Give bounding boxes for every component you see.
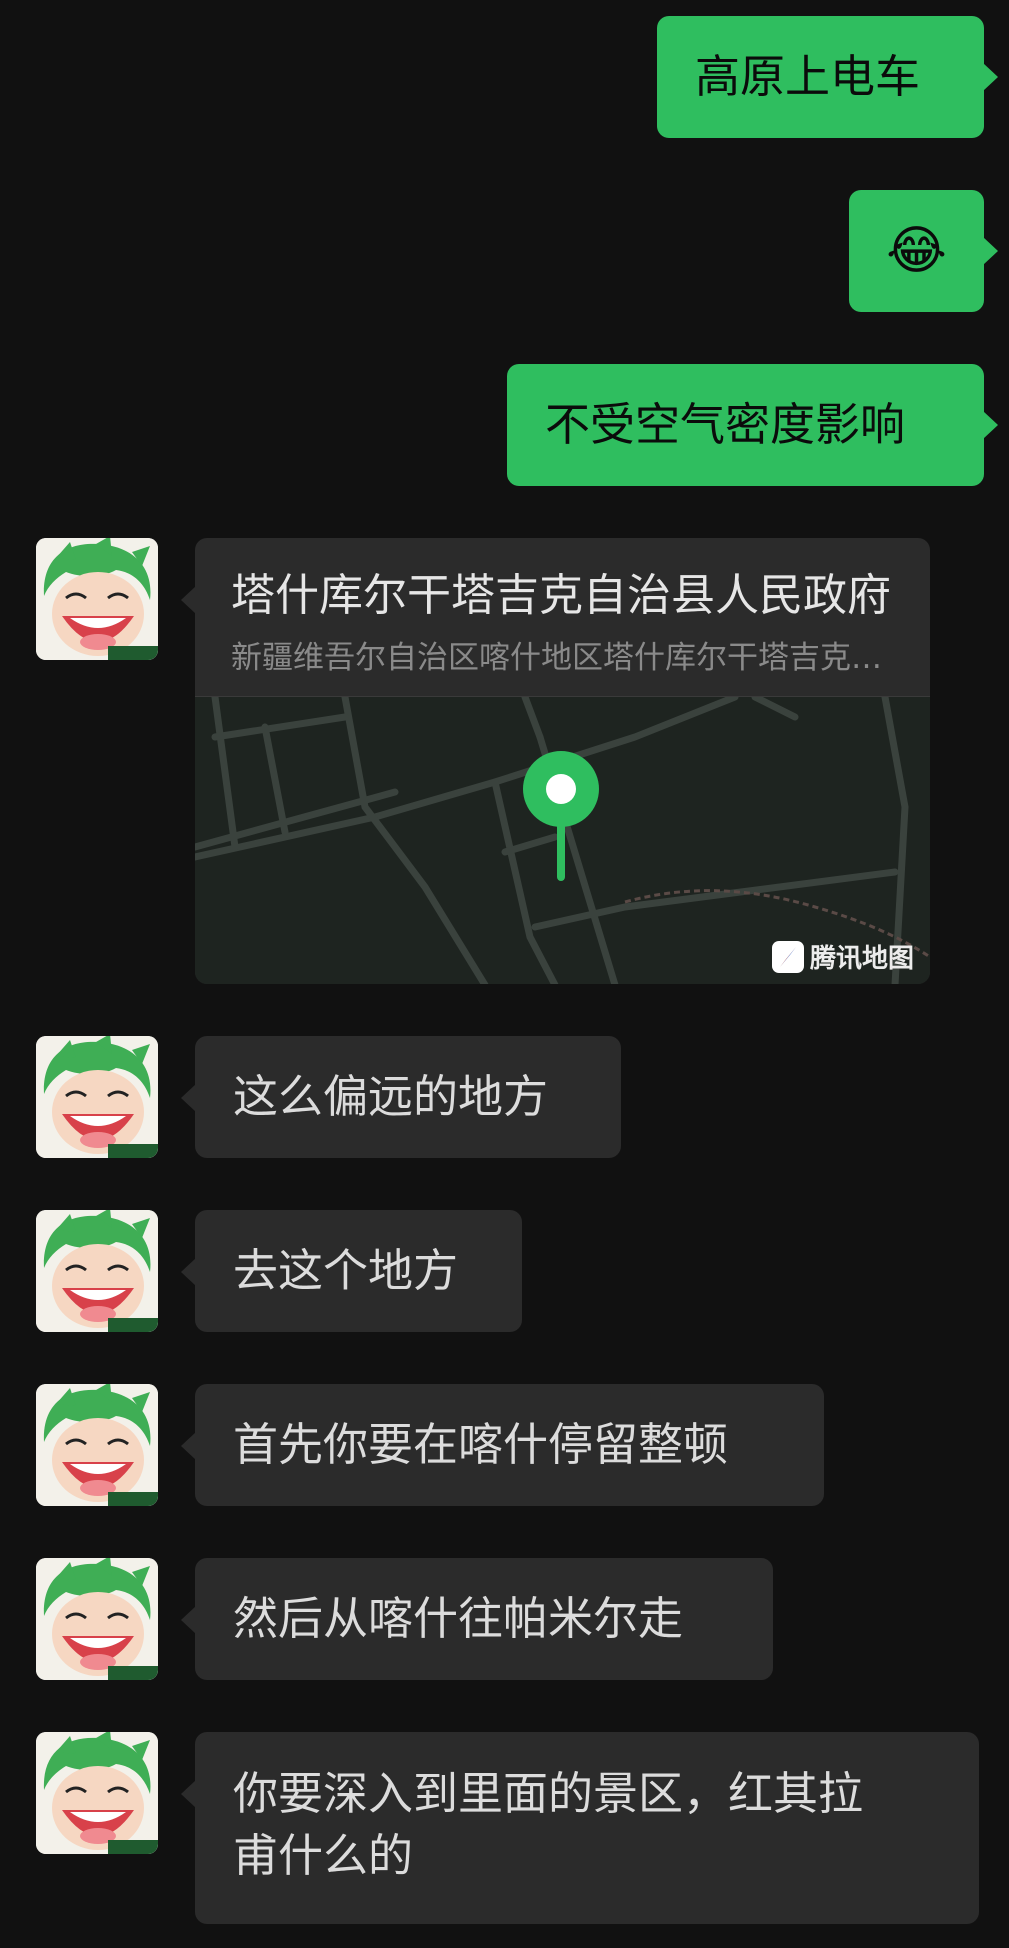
avatar[interactable] (36, 1558, 158, 1680)
incoming-message[interactable]: 你要深入到里面的景区，红其拉 甫什么的 (181, 1732, 979, 1924)
outgoing-message[interactable]: 高原上电车 (657, 16, 998, 138)
laughing-emoji-icon: 😂 (886, 221, 947, 281)
tencent-map-logo-icon (771, 940, 804, 973)
map-preview[interactable]: 腾讯地图 (195, 693, 930, 984)
avatar-image (36, 1210, 158, 1332)
avatar[interactable] (36, 538, 158, 660)
location-address: 新疆维吾尔自治区喀什地区塔什库尔干塔吉克自治县 (231, 640, 901, 676)
location-title: 塔什库尔干塔吉克自治县人民政府 (231, 570, 891, 621)
message-text: 然后从喀什往帕米尔走 (233, 1592, 684, 1645)
avatar[interactable] (36, 1210, 158, 1332)
message-text-line: 你要深入到里面的景区，红其拉 (233, 1767, 864, 1820)
incoming-message[interactable]: 这么偏远的地方 (181, 1036, 621, 1158)
message-text-line: 甫什么的 (233, 1829, 414, 1882)
incoming-message[interactable]: 去这个地方 (181, 1210, 522, 1332)
bubble-tail (181, 586, 196, 614)
message-text: 不受空气密度影响 (545, 398, 906, 451)
message-text: 高原上电车 (695, 50, 921, 103)
outgoing-message[interactable]: 😂 (849, 190, 998, 312)
avatar-image (36, 538, 158, 660)
map-brand: 腾讯地图 (771, 938, 914, 975)
avatar[interactable] (36, 1036, 158, 1158)
outgoing-message[interactable]: 不受空气密度影响 (507, 364, 998, 486)
map-brand-label: 腾讯地图 (809, 944, 914, 974)
incoming-message[interactable]: 然后从喀什往帕米尔走 (181, 1558, 773, 1680)
avatar-image (36, 1732, 158, 1854)
avatar[interactable] (36, 1384, 158, 1506)
message-text: 去这个地方 (233, 1244, 459, 1297)
avatar-image (36, 1558, 158, 1680)
avatar[interactable] (36, 1732, 158, 1854)
incoming-message[interactable]: 首先你要在喀什停留整顿 (181, 1384, 824, 1506)
message-text: 首先你要在喀什停留整顿 (233, 1418, 729, 1471)
message-text: 这么偏远的地方 (233, 1070, 549, 1123)
avatar-image (36, 1384, 158, 1506)
avatar-image (36, 1036, 158, 1158)
location-card[interactable]: 塔什库尔干塔吉克自治县人民政府 新疆维吾尔自治区喀什地区塔什库尔干塔吉克自治县 (195, 538, 930, 984)
